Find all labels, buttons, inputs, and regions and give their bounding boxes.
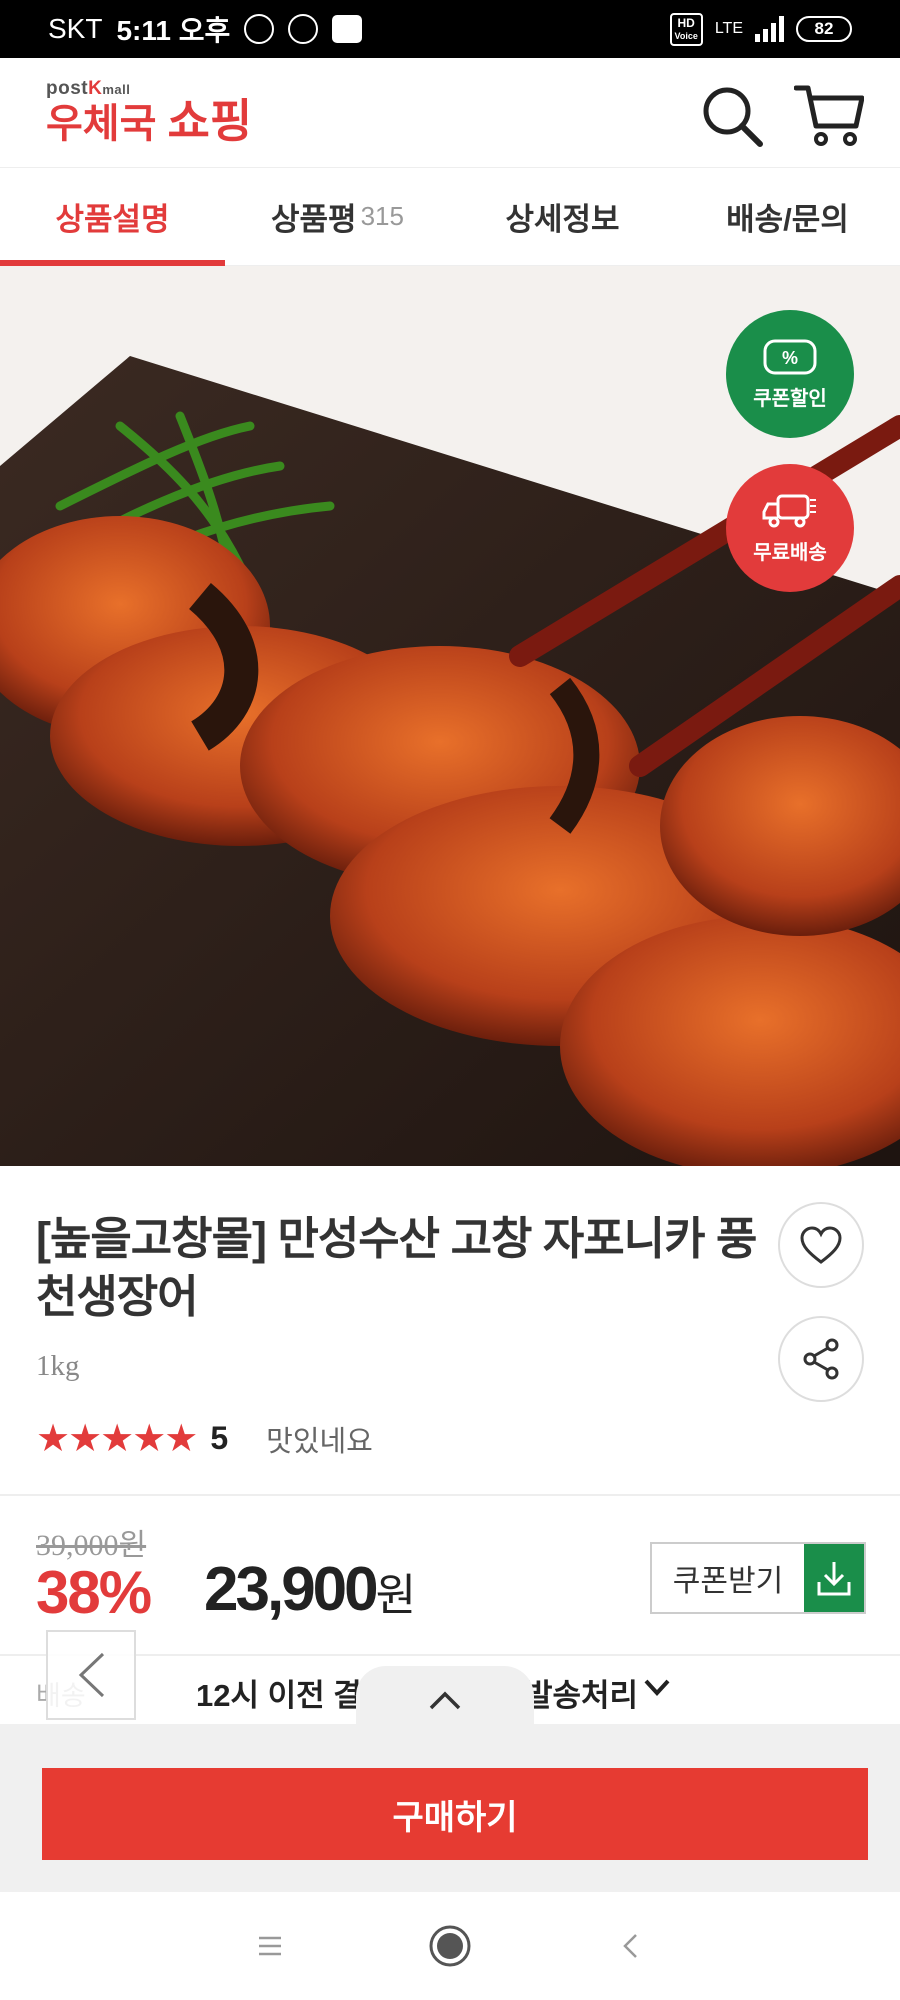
get-coupon-button[interactable]: 쿠폰받기 <box>650 1542 866 1614</box>
share-icon <box>803 1338 839 1380</box>
teams-icon <box>332 15 363 43</box>
clock: 5:11 오후 <box>116 15 231 46</box>
chevron-left-icon <box>78 1652 105 1698</box>
back-arrow-icon <box>623 1934 637 1958</box>
back-button[interactable] <box>46 1630 136 1720</box>
discount-rate: 38% <box>36 1559 152 1626</box>
sale-price: 23,900원 <box>204 1555 417 1624</box>
tab-shipping-inquiry[interactable]: 배송/문의 <box>675 168 900 265</box>
hd-voice-icon: HD Voice <box>669 12 703 46</box>
buy-button[interactable]: 구매하기 <box>42 1768 868 1860</box>
shipping-expand-button[interactable] <box>642 1672 672 1707</box>
chevron-up-icon <box>429 1691 461 1710</box>
tab-reviews[interactable]: 상품평 315 <box>225 168 450 265</box>
cart-button[interactable] <box>793 82 865 148</box>
chevron-down-icon <box>644 1679 670 1696</box>
home-button[interactable] <box>420 1916 480 1976</box>
product-tabs: 상품설명 상품평 315 상세정보 배송/문의 <box>0 168 900 266</box>
home-circle-icon <box>429 1925 471 1967</box>
truck-icon <box>762 494 816 527</box>
status-bar: SKT 5:11 오후 HD Voice LTE 82 <box>0 0 900 58</box>
divider <box>0 1494 900 1496</box>
review-count: 315 <box>360 201 404 231</box>
svg-text:%: % <box>782 348 798 368</box>
lte-label: LTE <box>714 20 743 37</box>
expand-options-button[interactable] <box>356 1666 534 1734</box>
app-header: postKmall 우체국 쇼핑 <box>0 58 900 168</box>
search-icon <box>703 87 763 147</box>
signal-icon <box>755 16 784 42</box>
carrier: SKT <box>48 13 103 44</box>
star-rating-icon: ★★★★★ <box>36 1418 198 1460</box>
rating-score: 5 <box>210 1420 229 1456</box>
tab-details[interactable]: 상세정보 <box>450 168 675 265</box>
mute-icon <box>244 14 275 44</box>
logo[interactable]: postKmall 우체국 쇼핑 <box>46 78 252 145</box>
recent-apps-button[interactable] <box>240 1916 300 1976</box>
system-nav-bar <box>0 1892 900 2000</box>
system-back-button[interactable] <box>600 1916 660 1976</box>
download-icon <box>804 1544 864 1612</box>
battery-icon: 82 <box>796 16 852 42</box>
coupon-icon: % <box>763 339 817 374</box>
product-image[interactable]: % 쿠폰할인 무료배송 <box>0 266 900 1166</box>
wishlist-button[interactable] <box>778 1202 864 1288</box>
review-snippet: 맛있네요 <box>266 1425 373 1458</box>
alarm-icon <box>288 14 319 44</box>
shipping-info-b: 발송처리 <box>524 1678 639 1713</box>
share-button[interactable] <box>778 1316 864 1402</box>
search-button[interactable] <box>700 84 764 148</box>
menu-icon <box>259 1936 281 1956</box>
product-title: [높을고창몰] 만성수산 고창 자포니카 풍천생장어 <box>36 1213 757 1322</box>
tab-description[interactable]: 상품설명 <box>0 168 225 266</box>
product-weight: 1kg <box>36 1350 80 1382</box>
rating-summary[interactable]: ★★★★★ 5 맛있네요 <box>36 1416 373 1461</box>
free-shipping-badge[interactable]: 무료배송 <box>726 464 854 592</box>
coupon-discount-badge[interactable]: % 쿠폰할인 <box>726 310 854 438</box>
cart-icon <box>793 85 865 146</box>
heart-icon <box>800 1226 842 1264</box>
